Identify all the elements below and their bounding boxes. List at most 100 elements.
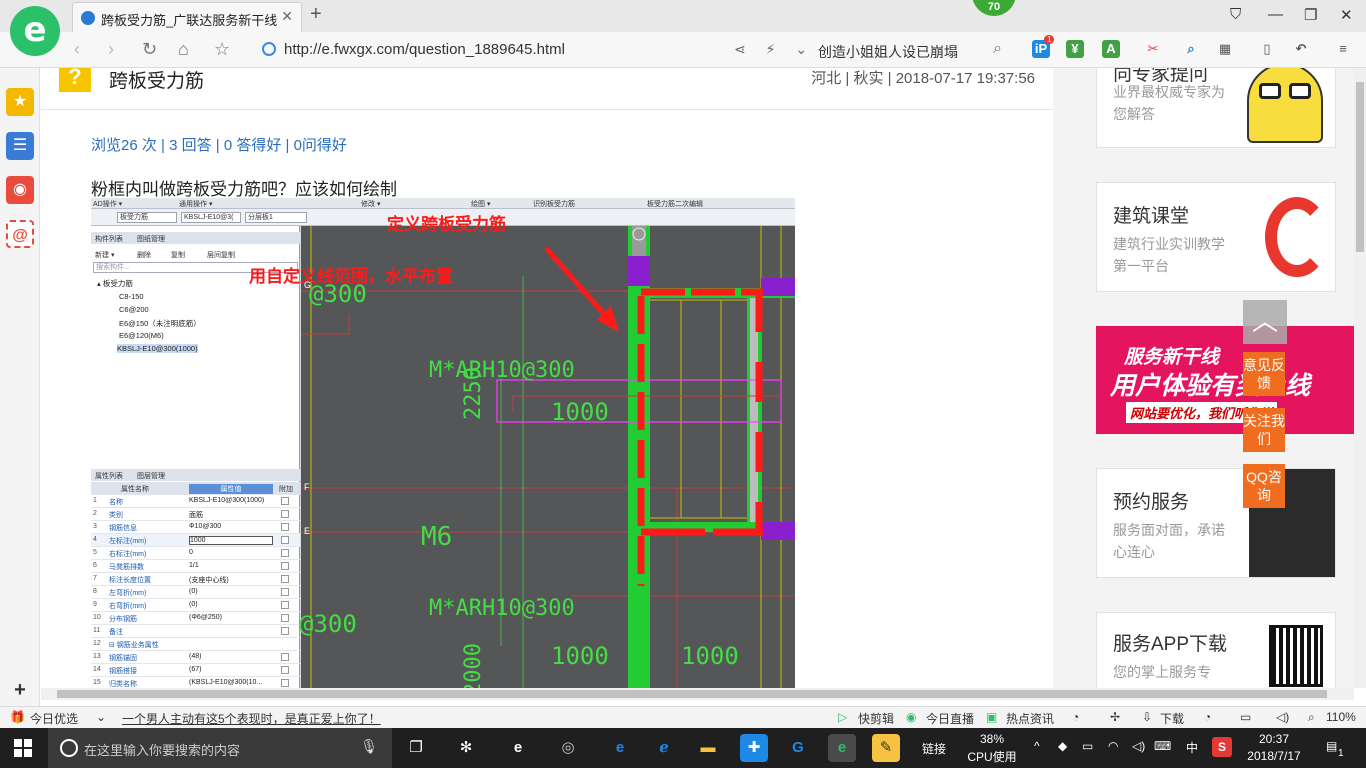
mail-icon[interactable]: @ xyxy=(6,220,34,248)
news-ticker[interactable]: 一个男人主动有这5个表现时，是真正爱上你了！ xyxy=(122,710,381,727)
speed-icon[interactable]: ◔ xyxy=(1072,710,1079,724)
clock-icon[interactable]: ◔ xyxy=(1204,710,1211,724)
browser-logo[interactable]: e xyxy=(10,6,60,56)
add-icon[interactable]: + xyxy=(6,676,34,704)
windows-start-icon[interactable] xyxy=(14,739,32,757)
pin-icon[interactable]: ✢ xyxy=(1110,710,1120,724)
task-view-icon[interactable]: ❐ xyxy=(402,734,430,762)
cad-prop-row: 12 ⊟ 钢筋业务属性 xyxy=(91,638,300,651)
cad-tree-tools: 新建 ▾ 删除 复制 层间复制 xyxy=(91,248,300,260)
cad-tab: 属性列表 xyxy=(95,473,123,480)
status-item[interactable]: 今日直播 xyxy=(926,710,974,727)
cad-prop-key: 分布钢筋 xyxy=(109,616,137,623)
notes-app-icon[interactable]: ✎ xyxy=(872,734,900,762)
swirl-app-icon[interactable]: ◎ xyxy=(554,734,582,762)
ext-scissors-icon[interactable]: ✂ xyxy=(1144,40,1162,58)
ie-icon[interactable]: ℯ xyxy=(650,734,678,762)
ime-indicator[interactable]: 中 xyxy=(1186,739,1198,756)
favorites-star-icon[interactable]: ★ xyxy=(6,88,34,116)
status-item[interactable]: 热点资讯 xyxy=(1006,710,1054,727)
back-to-top-button[interactable]: ︿ xyxy=(1243,300,1287,344)
cad-prop-checkbox xyxy=(281,523,289,531)
browser-statusbar: 🎁 今日优选 ⌄ 一个男人主动有这5个表现时，是真正爱上你了！ ▷ 快剪辑 ◉ … xyxy=(0,706,1366,728)
menu-icon[interactable]: ≡ xyxy=(1334,40,1352,58)
tab-close-icon[interactable]: ✕ xyxy=(281,8,293,25)
clock-date[interactable]: 2018/7/17 xyxy=(1244,749,1304,763)
tray-battery-icon[interactable]: ▭ xyxy=(1082,739,1093,753)
reader-icon[interactable]: ▯ xyxy=(1258,40,1276,58)
qq-consult-button[interactable]: QQ咨询 xyxy=(1243,464,1285,508)
link-label[interactable]: 链接 xyxy=(922,740,946,757)
url-text[interactable]: http://e.fwxgx.com/question_1889645.html xyxy=(284,41,565,58)
scroll-thumb[interactable] xyxy=(1356,82,1364,252)
back-icon[interactable]: ‹ xyxy=(74,39,80,60)
apps-icon[interactable]: ▦ xyxy=(1216,40,1234,58)
notification-icon[interactable]: ▤ xyxy=(1326,739,1337,753)
window-icon[interactable]: ▭ xyxy=(1240,710,1251,724)
vertical-scrollbar[interactable] xyxy=(1354,68,1366,688)
scroll-thumb[interactable] xyxy=(57,690,1327,698)
edge-icon[interactable]: e xyxy=(606,734,634,762)
ad-ask-expert[interactable]: 向专家提问 业界最权威专家为您解答 xyxy=(1096,68,1336,148)
favorite-star-icon[interactable]: ☆ xyxy=(214,39,230,60)
cad-prop-row: 11 备注 xyxy=(91,625,300,638)
search-icon[interactable]: ⌕ xyxy=(993,40,1002,58)
follow-button[interactable]: 关注我们 xyxy=(1243,408,1285,452)
search-input[interactable]: 创造小姐姐人设已崩塌 ⌕ xyxy=(808,37,1008,63)
forward-icon[interactable]: › xyxy=(108,39,114,60)
status-item[interactable]: 快剪辑 xyxy=(858,710,894,727)
zoom-level[interactable]: 110% xyxy=(1326,710,1356,724)
clock-time[interactable]: 20:37 xyxy=(1244,732,1304,746)
promo-banner[interactable]: 服务新干线 用户体验有奖上线 网站要优化，我们听你说 xyxy=(1096,326,1354,434)
question-stats[interactable]: 浏览26 次 | 3 回答 | 0 答得好 | 0问得好 xyxy=(91,134,347,155)
cad-prop-row: 4 左标注(mm) 1000 xyxy=(91,534,300,547)
feedback-button[interactable]: 意见反馈 xyxy=(1243,352,1285,396)
score-badge[interactable]: 70 xyxy=(972,0,1016,16)
status-item[interactable]: 下载 xyxy=(1160,710,1184,727)
plus-app-icon[interactable]: ✚ xyxy=(740,734,768,762)
tray-bell-icon[interactable]: ◆ xyxy=(1058,739,1067,753)
edge-legacy-icon[interactable]: e xyxy=(504,734,532,762)
explorer-folder-icon[interactable]: ▬ xyxy=(694,734,722,762)
ad-appointment[interactable]: 预约服务 服务面对面，承诺心连心 xyxy=(1096,468,1336,578)
browser-taskbar-icon[interactable]: e xyxy=(828,734,856,762)
ext-shield-icon[interactable]: ¥ xyxy=(1066,40,1084,58)
microphone-icon[interactable]: 🎙 xyxy=(360,738,378,755)
volume-icon[interactable]: ◁) xyxy=(1276,710,1289,724)
ad-app-download[interactable]: 服务APP下载 您的掌上服务专 xyxy=(1096,612,1336,688)
cad-prop-checkbox xyxy=(281,588,289,596)
zoom-icon[interactable]: ⌕ xyxy=(1308,710,1315,725)
minimize-icon[interactable]: — xyxy=(1268,6,1283,23)
undo-icon[interactable]: ↶ xyxy=(1292,40,1310,58)
cad-prop-checkbox xyxy=(281,627,289,635)
chevron-down-icon[interactable]: ⌄ xyxy=(96,710,106,724)
windows-taskbar: 在这里输入你要搜索的内容 🎙 ❐ ✻ e ◎ e ℯ ▬ ✚ G e ✎ 链接 … xyxy=(0,728,1366,768)
share-icon[interactable]: ⋖ ⚡ ⌄ xyxy=(734,41,815,58)
ad-building-class[interactable]: 建筑课堂 建筑行业实训教学第一平台 xyxy=(1096,182,1336,292)
ext-translate-icon[interactable]: A xyxy=(1102,40,1120,58)
cad-prop-value: (支座中心线) xyxy=(189,577,229,584)
tray-keyboard-icon[interactable]: ⌨ xyxy=(1154,739,1171,753)
reload-icon[interactable]: ↻ xyxy=(142,39,157,60)
shirt-icon[interactable]: ⛉ xyxy=(1230,6,1241,23)
home-icon[interactable]: ⌂ xyxy=(178,39,189,60)
question-image[interactable]: AD操作 ▾ 通用操作 ▾ 修改 ▾ 绘图 ▾ 识别板受力筋 板受力筋二次编辑 … xyxy=(91,198,795,688)
restore-icon[interactable]: ❐ xyxy=(1304,6,1317,24)
today-picks[interactable]: 今日优选 xyxy=(30,710,78,727)
tray-wifi-icon[interactable]: ◠ xyxy=(1108,739,1118,753)
horizontal-scrollbar[interactable] xyxy=(41,688,1354,700)
news-list-icon[interactable]: ☰ xyxy=(6,132,34,160)
fan-app-icon[interactable]: ✻ xyxy=(452,734,480,762)
browser-tab[interactable]: 跨板受力筋_广联达服务新干线 ✕ xyxy=(72,2,302,32)
address-bar[interactable]: http://e.fwxgx.com/question_1889645.html xyxy=(260,37,726,63)
glodon-app-icon[interactable]: G xyxy=(784,734,812,762)
tray-chevron-icon[interactable]: ^ xyxy=(1034,739,1040,753)
close-icon[interactable]: ✕ xyxy=(1340,6,1353,24)
new-tab-icon[interactable]: + xyxy=(310,3,322,26)
sogou-ime-icon[interactable]: S xyxy=(1212,737,1232,757)
ext-search-icon[interactable]: ⌕ xyxy=(1182,40,1200,58)
weibo-icon[interactable]: ◉ xyxy=(6,176,34,204)
cad-prop-row: 14 钢筋搭接 (67) xyxy=(91,664,300,677)
tray-volume-icon[interactable]: ◁) xyxy=(1132,739,1145,753)
taskbar-search-input[interactable]: 在这里输入你要搜索的内容 🎙 xyxy=(48,728,392,768)
